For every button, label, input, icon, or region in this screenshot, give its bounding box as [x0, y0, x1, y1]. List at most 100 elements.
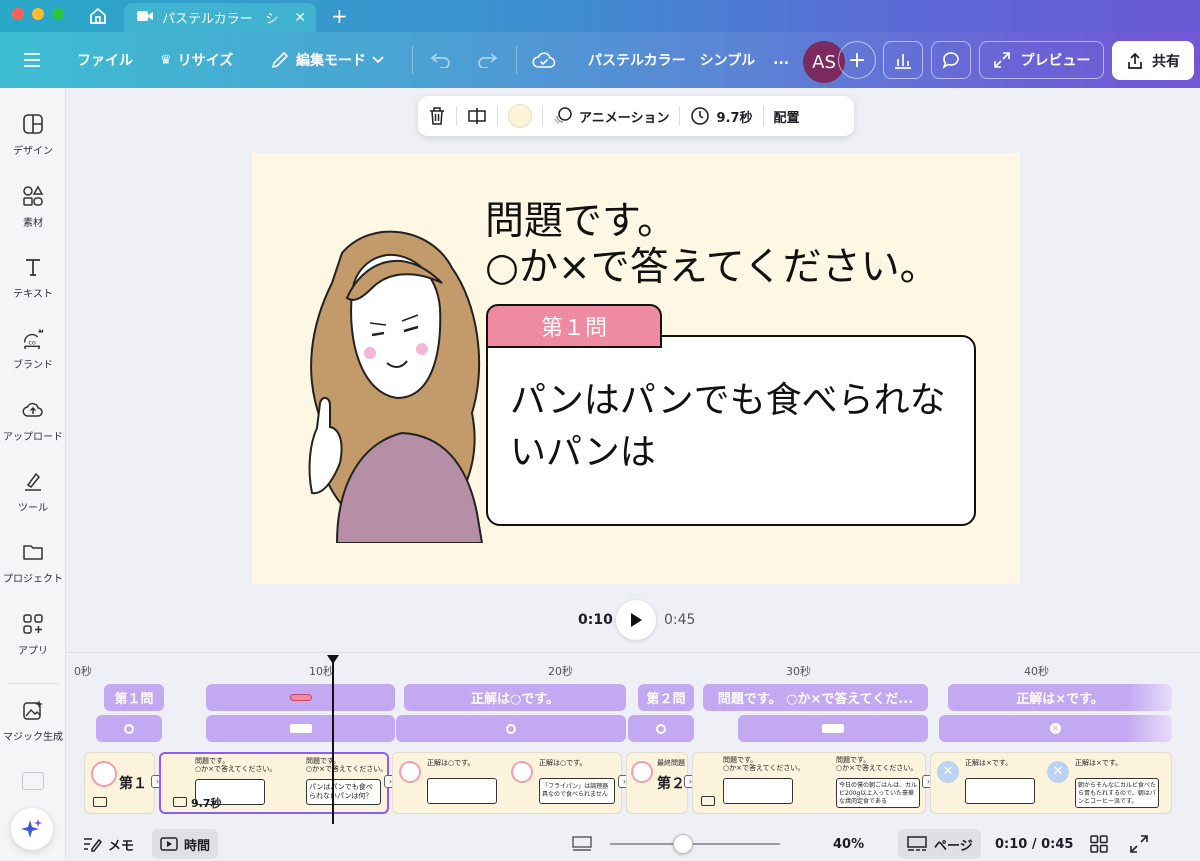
playhead[interactable] [332, 660, 334, 824]
comment-button[interactable] [931, 41, 971, 79]
sidebar-item-label: アプリ [18, 646, 48, 657]
redo-button[interactable] [476, 32, 498, 88]
question-number-badge[interactable]: 第１問 [486, 304, 662, 348]
minimize-window-button[interactable] [32, 8, 44, 20]
pencil-icon [272, 52, 288, 68]
box-shape-icon [289, 724, 312, 733]
position-label: 配置 [773, 110, 800, 126]
zoom-slider[interactable] [610, 834, 780, 854]
grid-icon [1090, 835, 1108, 853]
background-color-button[interactable] [498, 96, 542, 136]
video-clip-icon [701, 796, 715, 806]
sidebar-item-projects[interactable]: プロジェクト [0, 540, 66, 602]
ruler-tick-label: 0秒 [74, 665, 92, 678]
document-title[interactable]: パステルカラー シンプル ... [588, 32, 789, 88]
thumb-answer: 正解は×です。 [965, 759, 1013, 767]
grid-view-button[interactable] [1090, 829, 1108, 859]
menu-button[interactable] [22, 32, 42, 88]
sidebar-divider [8, 683, 58, 684]
browser-tab-active[interactable]: パステルカラー シ ✕ [124, 3, 316, 32]
position-button[interactable]: 配置 [764, 96, 810, 136]
timeline-graphic-element[interactable]: ✕ [939, 715, 1172, 742]
question-box[interactable]: パンはパンでも食べられないパンは [486, 335, 976, 526]
thumb-explanation: 朝からそんなにカルビ食べたら胃もたれするので、朝はパンとコーヒー派です。 [1078, 782, 1157, 805]
timeline-graphic-element[interactable] [628, 715, 694, 742]
image-icon [22, 772, 44, 790]
zoom-level[interactable]: 40% [833, 829, 864, 859]
timeline-text-element[interactable]: 第１問 [104, 684, 164, 711]
fullscreen-button[interactable] [1130, 829, 1148, 859]
sidebar-item-label: ブランド [13, 360, 53, 371]
timeline-icon [160, 837, 178, 851]
sidebar-item-text[interactable]: テキスト [0, 255, 66, 317]
timeline-text-element[interactable]: 問題です。 ○か×で答えてくだ... [703, 684, 928, 711]
page-view-button[interactable] [571, 829, 593, 859]
preview-button[interactable]: プレビュー [979, 41, 1104, 79]
split-clip-button[interactable] [457, 96, 497, 136]
undo-button[interactable] [430, 32, 452, 88]
timeline-graphic-element[interactable] [738, 715, 928, 742]
play-button[interactable] [616, 600, 656, 640]
timeline-toggle-button[interactable]: 時間 [152, 829, 219, 859]
animation-button[interactable]: アニメーション [543, 96, 679, 136]
resize-button[interactable]: ♛ リサイズ [160, 32, 233, 88]
sidebar-item-apps[interactable]: アプリ [0, 612, 66, 674]
timeline-panel: 0秒 10秒 20秒 30秒 40秒 第１問 正解は○です。 第２問 問題です。… [66, 652, 1200, 828]
file-menu-label: ファイル [77, 53, 133, 69]
timeline-clip-selected[interactable]: 問題です。 ○か×で答えてください。 問題です。 ○か×で答えてください。 パン… [159, 752, 389, 814]
timeline-graphic-element[interactable] [96, 715, 162, 742]
circle-thumb-icon [91, 761, 117, 787]
sidebar-item-design[interactable]: デザイン [0, 112, 66, 174]
sidebar-item-brand[interactable]: co ブランド [0, 326, 66, 388]
timeline-clip[interactable]: 正解は○です。 正解は○です。 「フライパン」は調理器具なので食べられません [392, 752, 622, 814]
timeline-text-element[interactable]: 正解は×です。 [948, 684, 1172, 711]
clip-duration: 9.7秒 [191, 797, 222, 810]
woman-illustration[interactable] [292, 213, 492, 543]
sidebar-item-elements[interactable]: 素材 [0, 184, 66, 246]
thumb-question: パンはパンでも食べられないパンは何？ [309, 783, 373, 800]
maximize-window-button[interactable] [52, 8, 64, 20]
insights-button[interactable] [883, 41, 923, 79]
design-canvas-slide[interactable]: 問題です。 ○か×で答えてください。 パンはパンでも食べられないパンは 第１問 [252, 153, 1020, 584]
bottom-status-bar: メモ 時間 40% ページ 0:10 / 0:45 [66, 826, 1200, 861]
timeline-text-element[interactable]: 正解は○です。 [404, 684, 626, 711]
current-time: 0:10 [578, 612, 613, 628]
timeline-text-element[interactable] [206, 684, 395, 711]
title-overflow: ... [773, 52, 790, 68]
edit-mode-dropdown[interactable]: 編集モード [270, 32, 384, 88]
duration-button[interactable]: 9.7秒 [680, 96, 762, 136]
sidebar-item-magic-media[interactable]: マジック生成 [0, 698, 66, 760]
close-window-button[interactable] [12, 8, 24, 20]
thumb-answer: 正解は○です。 [427, 759, 475, 767]
sidebar-item-label: アップロード [3, 432, 63, 443]
zoom-slider-handle[interactable] [673, 834, 693, 854]
timeline-clip[interactable]: 問題です。 ○か×で答えてください。 問題です。 ○か×で答えてください。 今日… [692, 752, 926, 814]
timeline-clip[interactable]: 第１ [84, 752, 155, 814]
undo-icon [430, 53, 450, 68]
sidebar-item-upload[interactable]: アップロード [0, 398, 66, 460]
pages-icon [907, 836, 927, 851]
timeline-graphic-element[interactable] [396, 715, 626, 742]
question-heading[interactable]: 問題です。 ○か×で答えてください。 [485, 199, 939, 291]
share-button[interactable]: 共有 [1112, 41, 1194, 80]
notes-button[interactable]: メモ [82, 829, 134, 859]
ruler-tick-label: 40秒 [1024, 665, 1049, 678]
close-tab-icon[interactable]: ✕ [294, 10, 306, 26]
tools-icon [21, 469, 45, 493]
pages-toggle-button[interactable]: ページ [898, 829, 981, 859]
editor-toolbar: ファイル ♛ リサイズ 編集モード パステルカラー シンプル ... プレビュー [0, 32, 1200, 88]
tab-title: パステルカラー シ [162, 12, 279, 27]
add-collaborator-button[interactable]: + [838, 41, 876, 79]
timeline-graphic-element[interactable] [206, 715, 395, 742]
timeline-clip[interactable]: 最終問題 第２ [626, 752, 688, 814]
file-menu-button[interactable]: ファイル [77, 32, 133, 88]
new-tab-icon[interactable]: + [331, 4, 348, 28]
delete-button[interactable] [418, 96, 456, 136]
sidebar-item-tools[interactable]: ツール [0, 469, 66, 531]
magic-assistant-button[interactable] [11, 808, 53, 850]
timeline-clip[interactable]: ✕ 正解は×です。 ✕ 正解は×です。 朝からそんなにカルビ食べたら胃もたれする… [930, 752, 1172, 814]
home-icon[interactable] [88, 6, 108, 26]
circle-pin-icon [124, 723, 134, 734]
cloud-save-status[interactable] [532, 32, 556, 88]
timeline-text-element[interactable]: 第２問 [638, 684, 694, 711]
